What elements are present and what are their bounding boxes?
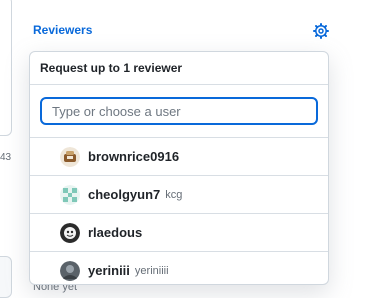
reviewers-heading[interactable]: Reviewers	[33, 23, 92, 37]
user-login: yeriniii	[88, 263, 130, 278]
reviewers-settings-button[interactable]	[311, 21, 331, 41]
user-login: cheolgyun7	[88, 187, 161, 202]
adjacent-panel-edge-lower	[0, 256, 12, 298]
user-avatar-icon	[60, 260, 80, 281]
user-avatar-icon	[60, 146, 80, 167]
user-option-brownrice0916[interactable]: brownrice0916	[30, 138, 328, 176]
user-full-name: yeriniiii	[134, 264, 169, 277]
user-login: rlaedous	[88, 225, 143, 240]
user-full-name: kcg	[165, 188, 183, 201]
reviewer-select-popover: Request up to 1 reviewer brownrice0916	[29, 51, 329, 285]
user-filter-input[interactable]	[40, 97, 318, 125]
popover-title: Request up to 1 reviewer	[30, 52, 328, 85]
adjacent-panel-text: 43	[0, 152, 12, 163]
user-login: brownrice0916	[88, 149, 180, 164]
user-option-yeriniii[interactable]: yeriniii yeriniiii	[30, 252, 328, 284]
user-avatar-icon	[60, 222, 80, 243]
user-avatar-icon	[60, 184, 80, 205]
filter-container	[30, 85, 328, 138]
gear-icon	[313, 23, 329, 39]
adjacent-panel-edge	[0, 0, 12, 136]
user-option-rlaedous[interactable]: rlaedous	[30, 214, 328, 252]
user-list: brownrice0916 cheolgyun7 kcg rlaedous ye…	[30, 138, 328, 284]
user-option-cheolgyun7[interactable]: cheolgyun7 kcg	[30, 176, 328, 214]
